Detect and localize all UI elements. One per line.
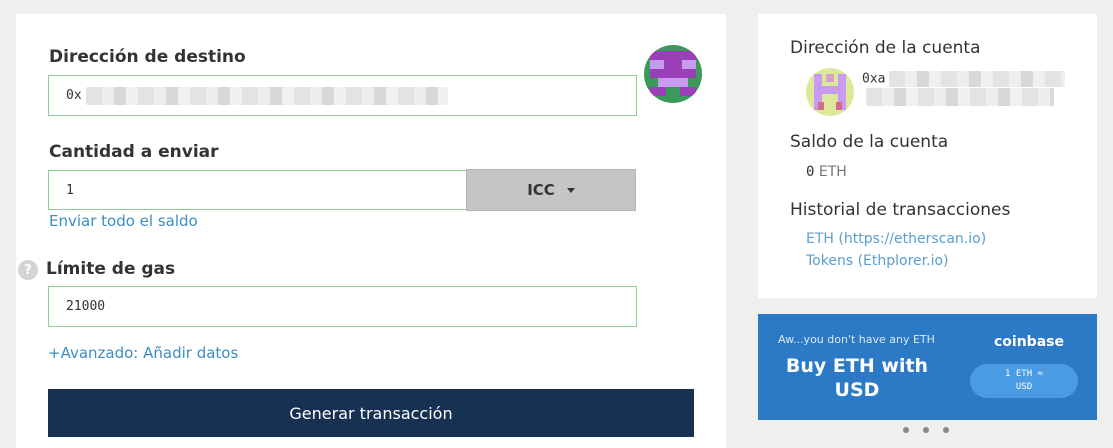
coinbase-logo: coinbase xyxy=(994,334,1064,350)
banner-headline: Buy ETH with USD xyxy=(785,355,929,401)
generate-transaction-button[interactable]: Generar transacción xyxy=(48,389,694,437)
account-balance: 0 ETH xyxy=(806,164,847,180)
account-address-title: Dirección de la cuenta xyxy=(790,38,981,58)
amount-label: Cantidad a enviar xyxy=(49,142,219,162)
unit-dropdown-label: ICC xyxy=(527,181,555,199)
carousel-dots xyxy=(903,427,949,433)
destination-address-input[interactable]: 0x xyxy=(48,75,637,116)
redacted-account-blur-2 xyxy=(866,88,1054,106)
coinbase-promo-banner[interactable]: Aw...you don't have any ETH Buy ETH with… xyxy=(758,314,1097,420)
ethplorer-link[interactable]: Tokens (Ethplorer.io) xyxy=(806,253,949,269)
account-address-value: 0xa xyxy=(862,71,1066,87)
amount-value[interactable] xyxy=(66,182,467,198)
redacted-account-blur xyxy=(889,71,1066,87)
gas-limit-value[interactable] xyxy=(66,299,636,314)
banner-subtext: Aw...you don't have any ETH xyxy=(778,333,935,346)
balance-unit: ETH xyxy=(818,164,847,180)
unit-dropdown[interactable]: ICC xyxy=(466,169,636,211)
transaction-history-title: Historial de transacciones xyxy=(790,200,1011,220)
account-balance-title: Saldo de la cuenta xyxy=(790,132,949,152)
carousel-dot[interactable] xyxy=(923,427,929,433)
send-entire-balance-link[interactable]: Enviar todo el saldo xyxy=(49,212,198,230)
question-icon[interactable]: ? xyxy=(18,260,38,280)
buy-eth-rate: 1 ETH ≈ xyxy=(1005,369,1043,379)
account-identicon xyxy=(806,68,854,116)
redacted-address-blur xyxy=(85,86,448,105)
etherscan-link[interactable]: ETH (https://etherscan.io) xyxy=(806,231,986,247)
buy-eth-currency: USD xyxy=(1015,382,1033,392)
balance-amount: 0 xyxy=(806,164,815,180)
amount-input[interactable] xyxy=(48,170,468,210)
destination-identicon xyxy=(644,45,702,103)
buy-eth-button[interactable]: 1 ETH ≈ USD xyxy=(970,364,1078,398)
gas-limit-input[interactable] xyxy=(48,286,637,327)
destination-label: Dirección de destino xyxy=(49,47,246,67)
destination-address-value: 0x xyxy=(66,88,82,103)
advanced-add-data-link[interactable]: +Avanzado: Añadir datos xyxy=(48,344,238,362)
carousel-dot[interactable] xyxy=(943,427,949,433)
gas-limit-label: Límite de gas xyxy=(46,259,176,279)
account-address-prefix: 0xa xyxy=(862,71,886,87)
question-icon-glyph: ? xyxy=(24,262,32,278)
carousel-dot[interactable] xyxy=(903,427,909,433)
chevron-down-icon xyxy=(566,187,575,193)
